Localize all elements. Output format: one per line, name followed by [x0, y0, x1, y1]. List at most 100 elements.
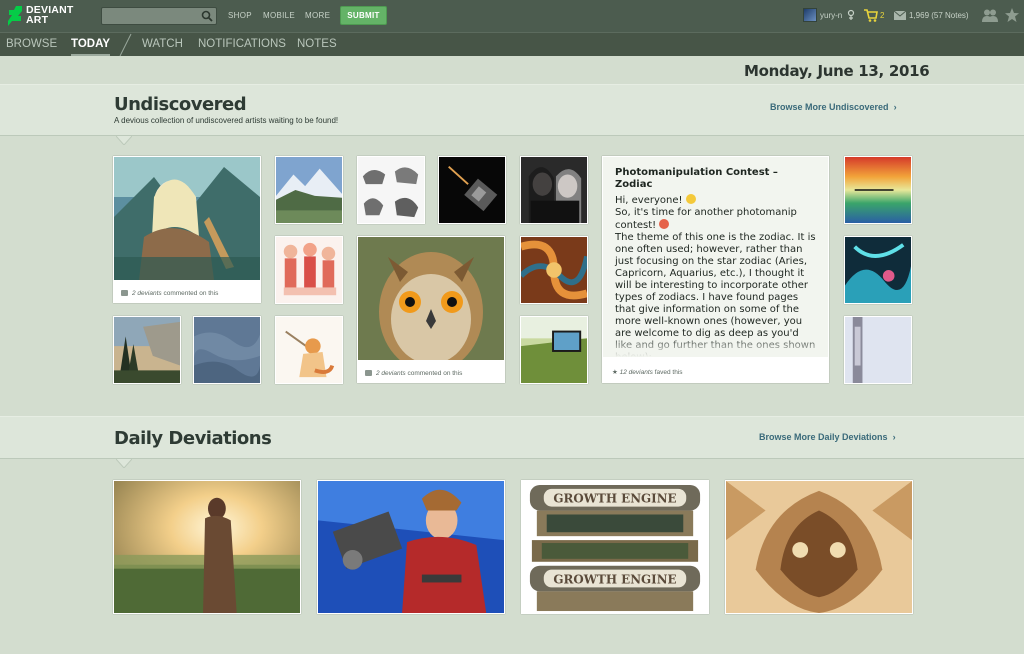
fractal-swirl-image	[521, 237, 587, 303]
top-bar: DEVIANT ART SHOP MOBILE MORE SUBMIT yury…	[0, 0, 1024, 32]
active-tab-indicator	[71, 54, 110, 56]
tab-notifications[interactable]: NOTIFICATIONS	[198, 38, 286, 50]
deviation-thumbnail[interactable]	[357, 156, 425, 224]
deviation-thumbnail[interactable]	[520, 316, 588, 384]
friends-icon[interactable]	[982, 9, 998, 22]
daily-deviation-thumbnail[interactable]	[725, 480, 913, 614]
logo-line-2: ART	[26, 14, 49, 26]
ornate-creature-image	[726, 481, 912, 613]
mountain-landscape-image	[276, 157, 342, 223]
space-station-image	[439, 157, 505, 223]
growth-engine-sign-top: GROWTH ENGINE	[553, 492, 676, 506]
fox-warrior-image	[276, 317, 342, 383]
comment-count[interactable]: 2 deviants commented on this	[121, 290, 218, 297]
section-pointer	[116, 136, 132, 145]
daily-deviation-thumbnail[interactable]	[113, 480, 301, 614]
deviation-thumbnail[interactable]	[438, 156, 506, 224]
growth-engine-sign-bottom: GROWTH ENGINE	[553, 572, 676, 586]
blue-texture-image	[194, 317, 260, 383]
text-fade	[603, 335, 828, 357]
username-link[interactable]: yury-n	[820, 11, 842, 20]
forest-valley-image	[114, 317, 180, 383]
rainbow-horizon-image	[845, 157, 911, 223]
deviation-thumbnail[interactable]	[520, 156, 588, 224]
literature-text: Hi, everyone! So, it's time for another …	[615, 194, 816, 357]
shop-link[interactable]: SHOP	[228, 11, 252, 20]
notifications-count[interactable]: 1,969 (57 Notes)	[909, 11, 969, 20]
meta-label: faved this	[654, 369, 683, 376]
deviation-thumbnail[interactable]	[844, 236, 912, 304]
logo-icon	[8, 6, 22, 26]
search-input[interactable]	[101, 7, 217, 25]
tower-sky-image	[845, 317, 911, 383]
teal-abstract-image	[845, 237, 911, 303]
meta-label: commented on this	[163, 290, 219, 297]
field-screen-image	[521, 317, 587, 383]
tab-notes[interactable]: NOTES	[297, 38, 337, 50]
deviation-thumbnail[interactable]	[113, 316, 181, 384]
deviation-thumbnail[interactable]	[844, 156, 912, 224]
gender-icon	[847, 9, 855, 20]
emoji-icon	[685, 194, 696, 204]
deviation-card[interactable]: 2 deviants commented on this	[113, 156, 261, 303]
section-pointer	[116, 459, 132, 468]
sunset-woman-image	[114, 481, 300, 613]
creature-sketches-image	[358, 157, 424, 223]
comment-icon	[121, 290, 128, 297]
deviantart-logo[interactable]: DEVIANT ART	[8, 4, 88, 28]
daily-deviations-title[interactable]: Daily Deviations	[114, 428, 272, 449]
deviation-thumbnail[interactable]	[275, 316, 343, 384]
fave-count[interactable]: ★ 12 deviants faved this	[612, 368, 683, 376]
avatar[interactable]	[803, 8, 817, 22]
owl-photo-image	[358, 237, 504, 360]
lit-intro: So, it's time for another photomanip con…	[615, 207, 797, 231]
browse-more-undiscovered-link[interactable]: Browse More Undiscovered ›	[770, 102, 897, 112]
anime-girl-image	[114, 157, 260, 280]
lit-greeting: Hi, everyone!	[615, 195, 683, 206]
browse-more-daily-link[interactable]: Browse More Daily Deviations ›	[759, 432, 896, 442]
comment-icon	[365, 370, 372, 377]
star-icon[interactable]	[1005, 8, 1019, 22]
deviation-thumbnail[interactable]	[275, 156, 343, 224]
deviation-thumbnail[interactable]	[275, 236, 343, 304]
star-lord-cosplay-image	[318, 481, 504, 613]
daily-deviation-thumbnail[interactable]	[317, 480, 505, 614]
deviant-count: 12 deviants	[619, 369, 653, 376]
chevron-right-icon: ›	[890, 432, 896, 442]
undiscovered-title[interactable]: Undiscovered	[114, 94, 247, 115]
undiscovered-subtitle: A devious collection of undiscovered art…	[114, 116, 339, 125]
deviation-thumbnail[interactable]	[358, 237, 504, 360]
tab-browse[interactable]: BROWSE	[6, 38, 57, 50]
cart-icon[interactable]	[864, 9, 878, 22]
submit-button[interactable]: SUBMIT	[340, 6, 387, 25]
tab-watch[interactable]: WATCH	[142, 38, 183, 50]
comment-count[interactable]: 2 deviants commented on this	[365, 370, 462, 377]
search-icon[interactable]	[201, 10, 213, 22]
deviation-thumbnail[interactable]	[193, 316, 261, 384]
growth-engine-image: GROWTH ENGINE GROWTH ENGINE	[522, 481, 708, 613]
deviant-count: 2 deviants	[132, 290, 162, 297]
logo-text: DEVIANT ART	[26, 5, 74, 26]
nav-divider	[119, 33, 132, 57]
literature-preview[interactable]: Photomanipulation Contest – Zodiac Hi, e…	[603, 157, 828, 357]
gothic-twins-image	[521, 157, 587, 223]
more-link[interactable]: MORE	[305, 11, 330, 20]
chevron-right-icon: ›	[891, 102, 897, 112]
browse-more-daily-label: Browse More Daily Deviations	[759, 432, 888, 442]
favorite-icon: ★	[612, 369, 618, 376]
tab-today[interactable]: TODAY	[71, 38, 110, 50]
anime-sketch-image	[276, 237, 342, 303]
deviation-thumbnail[interactable]	[520, 236, 588, 304]
literature-title[interactable]: Photomanipulation Contest – Zodiac	[615, 167, 816, 191]
meta-label: commented on this	[407, 370, 463, 377]
deviant-count: 2 deviants	[376, 370, 406, 377]
daily-deviation-thumbnail[interactable]: GROWTH ENGINE GROWTH ENGINE	[521, 480, 709, 614]
deviation-card[interactable]: 2 deviants commented on this	[357, 236, 505, 383]
mobile-link[interactable]: MOBILE	[263, 11, 295, 20]
literature-card[interactable]: Photomanipulation Contest – Zodiac Hi, e…	[602, 156, 829, 383]
sub-navigation: BROWSE TODAY WATCH NOTIFICATIONS NOTES	[0, 32, 1024, 57]
mail-icon[interactable]	[894, 11, 906, 20]
deviation-thumbnail[interactable]	[844, 316, 912, 384]
deviation-thumbnail[interactable]	[114, 157, 260, 280]
cart-count[interactable]: 2	[880, 11, 884, 20]
